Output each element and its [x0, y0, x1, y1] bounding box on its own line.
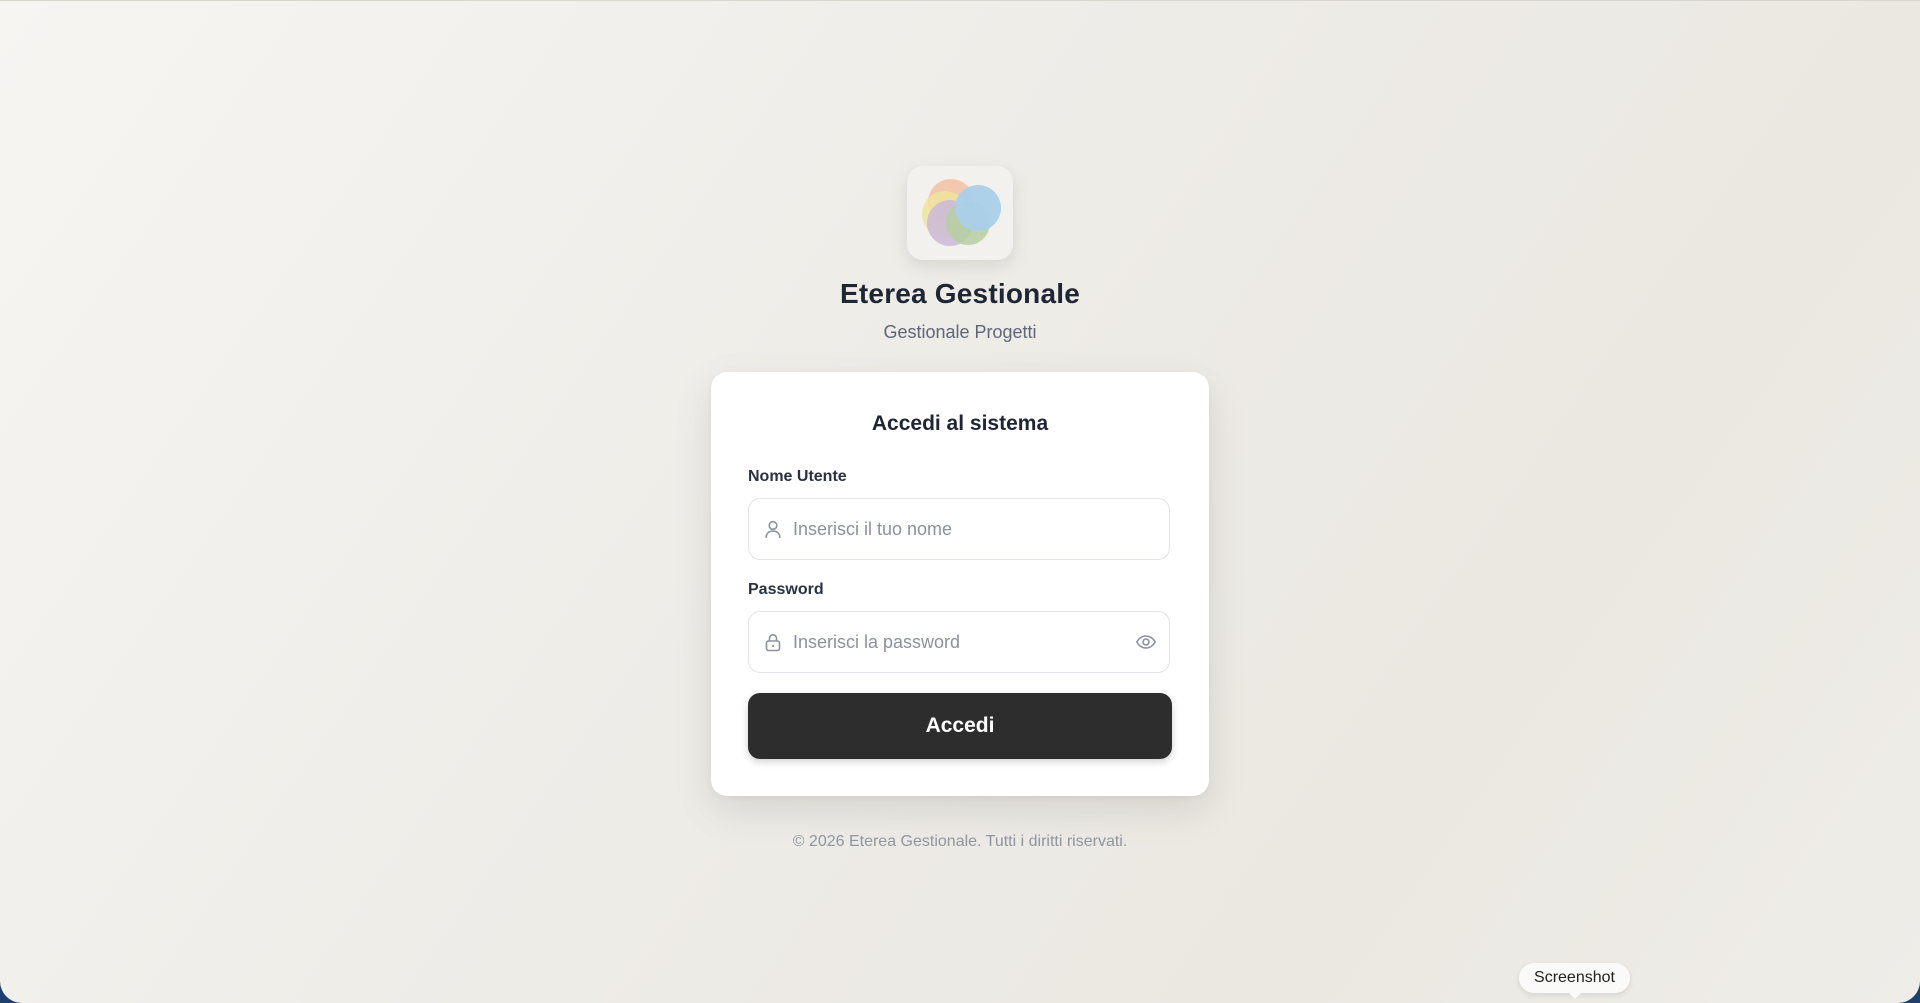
user-icon	[765, 520, 781, 538]
lock-icon	[765, 634, 781, 652]
username-label: Nome Utente	[748, 468, 847, 485]
screenshot-tooltip: Screenshot	[1519, 963, 1630, 999]
app-logo	[907, 166, 1013, 260]
password-label: Password	[748, 581, 824, 598]
footer-copyright: © 2026 Eterea Gestionale. Tutti i diritt…	[792, 833, 1128, 850]
username-field[interactable]	[748, 498, 1170, 560]
password-input[interactable]	[793, 612, 1113, 672]
login-screen: Eterea Gestionale Gestionale Progetti Ac…	[0, 0, 1920, 1003]
password-field[interactable]	[748, 611, 1170, 673]
logo-circle-blue	[955, 185, 1001, 231]
logo-circles-icon	[922, 179, 1001, 246]
login-page: Eterea Gestionale Gestionale Progetti Ac…	[0, 0, 1920, 1003]
login-heading: Accedi al sistema	[871, 412, 1049, 435]
eye-icon[interactable]	[1135, 631, 1157, 653]
app-title: Eterea Gestionale	[840, 278, 1080, 309]
app-subtitle: Gestionale Progetti	[883, 322, 1037, 342]
username-input[interactable]	[793, 499, 1113, 559]
login-button[interactable]: Accedi	[748, 693, 1172, 759]
login-card: Accedi al sistema Nome Utente Password	[711, 372, 1209, 796]
